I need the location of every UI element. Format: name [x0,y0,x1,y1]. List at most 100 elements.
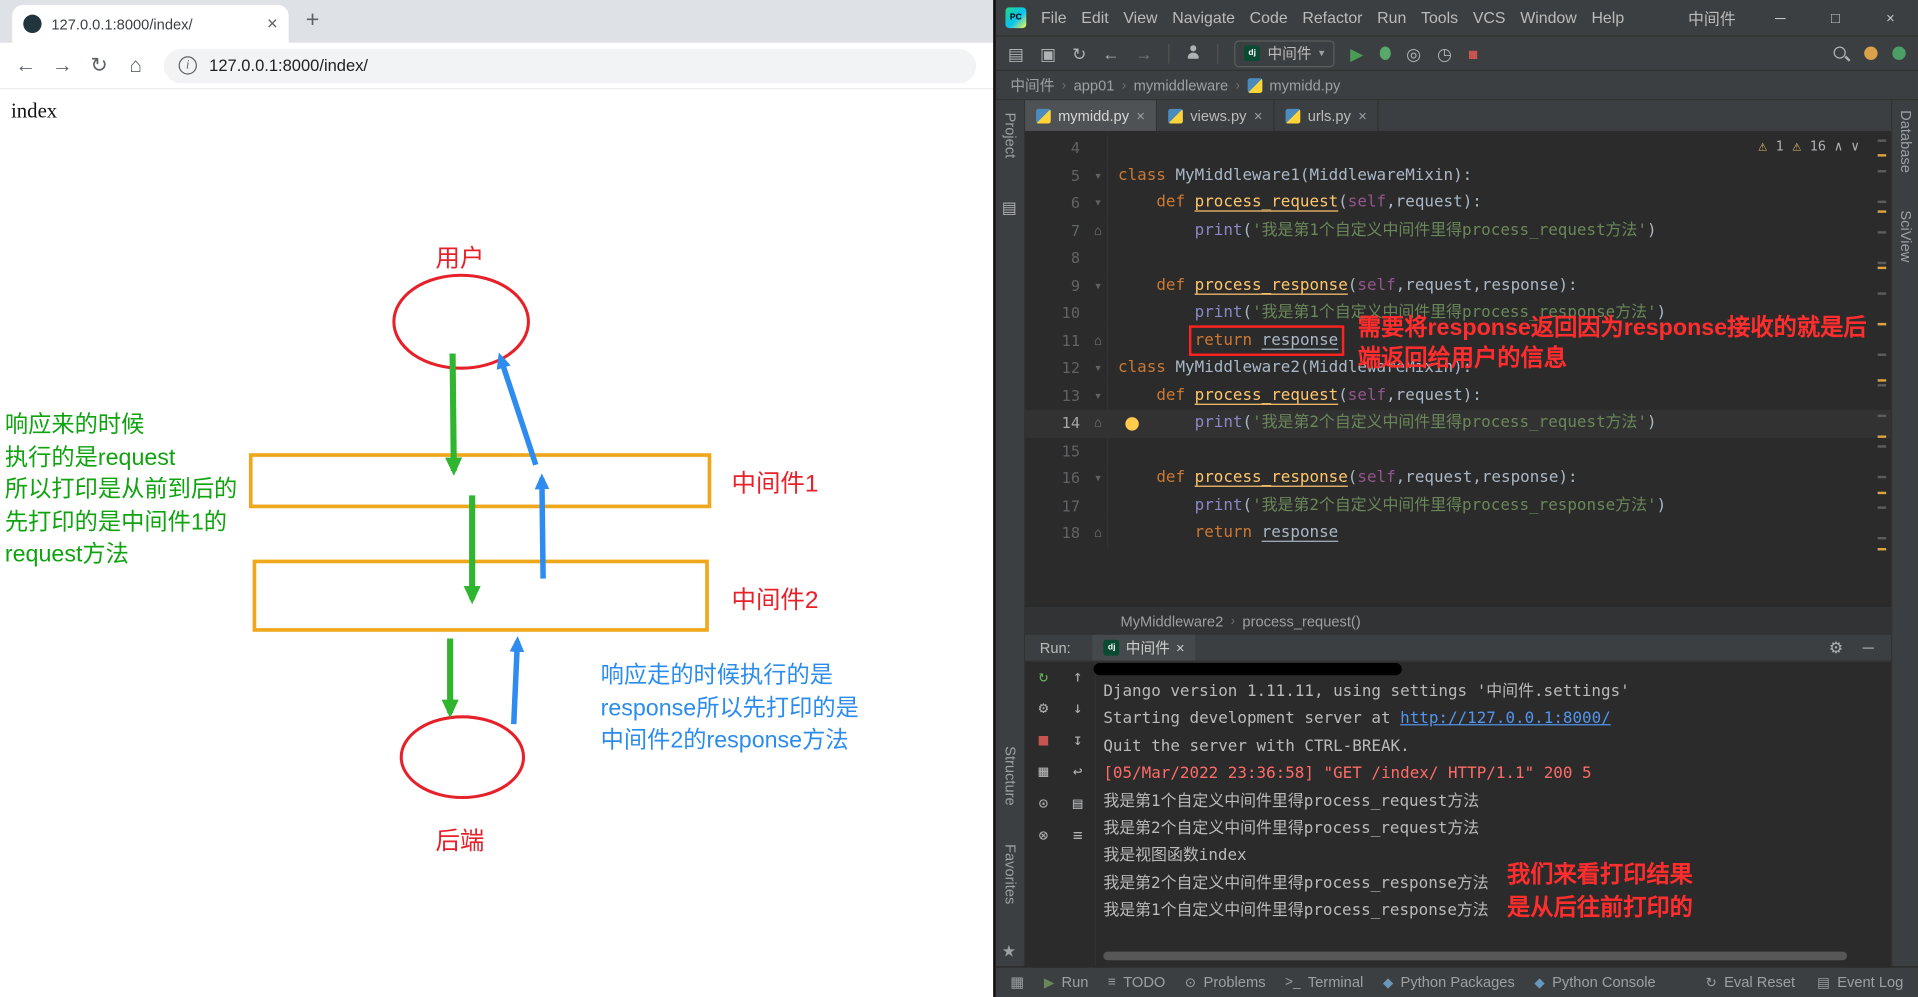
save-icon[interactable]: ▣ [1040,45,1056,62]
breadcrumb-app01[interactable]: app01 [1074,76,1115,93]
star-icon[interactable]: ★ [1002,942,1016,962]
rerun-icon[interactable]: ↻ [1039,668,1049,689]
tool-button-project[interactable]: Project [1002,113,1019,159]
status-event-log[interactable]: ▤ Event Log [1817,974,1903,991]
clear-icon[interactable]: ⊗ [1039,827,1049,848]
status-python-console[interactable]: ◆ Python Console [1534,974,1655,991]
run-tab[interactable]: dj 中间件 × [1092,634,1196,661]
next-warning-icon[interactable]: ∨ [1851,138,1859,154]
menu-vcs[interactable]: VCS [1465,9,1512,27]
menu-file[interactable]: File [1034,9,1074,27]
code-line[interactable]: 7 ⌂ print('我是第1个自定义中间件里得process_request方法… [1025,217,1891,245]
tab-mymidd-py[interactable]: mymidd.py × [1025,100,1158,131]
menu-run[interactable]: Run [1370,9,1414,27]
fold-end-icon[interactable]: ⌂ [1094,217,1102,245]
code-line[interactable]: 16 ▾ def process_response(self,request,re… [1025,464,1891,493]
menu-view[interactable]: View [1116,9,1165,27]
code-line[interactable]: 9 ▾ def process_response(self,request,res… [1025,272,1891,300]
hide-panel-icon[interactable]: ─ [1863,638,1874,658]
close-icon[interactable]: × [1136,107,1145,124]
search-icon[interactable] [1832,45,1849,62]
tool-window-switcher-icon[interactable]: ▦ [1010,974,1024,991]
fold-icon[interactable]: ▾ [1094,465,1102,493]
fold-icon[interactable]: ▾ [1094,162,1102,190]
soft-wrap-icon[interactable]: ↩ [1073,763,1083,784]
fold-icon[interactable]: ▾ [1094,355,1102,383]
up-icon[interactable]: ↑ [1073,668,1083,689]
open-icon[interactable]: ▤ [1008,45,1024,62]
menu-help[interactable]: Help [1584,9,1631,27]
tab-urls-py[interactable]: urls.py × [1275,100,1380,131]
code-line[interactable]: 18 ⌂ return response [1025,519,1891,548]
gear-icon[interactable]: ⚙ [1829,638,1843,658]
pin-icon[interactable]: ⊙ [1039,795,1049,816]
status-terminal[interactable]: >_ Terminal [1285,974,1363,991]
profiler-icon[interactable]: ◷ [1437,45,1452,62]
menu-icon[interactable]: ≡ [1073,827,1083,848]
tab-views-py[interactable]: views.py × [1157,100,1275,131]
breadcrumb-method[interactable]: process_request() [1242,612,1360,629]
lightbulb-icon[interactable] [1125,417,1139,431]
minimize-button[interactable]: ─ [1753,0,1808,37]
tab-close-icon[interactable]: × [267,13,278,34]
menu-window[interactable]: Window [1513,9,1584,27]
stop-icon[interactable]: ■ [1039,731,1049,752]
breadcrumb-class[interactable]: MyMiddleware2 [1120,612,1223,629]
home-button[interactable]: ⌂ [117,47,154,84]
code-editor[interactable]: ⚠ 1 ⚠ 16 ∧ ∨ 4 5 ▾ class MyMiddleware1(Midd… [1025,132,1892,606]
fold-end-icon[interactable]: ⌂ [1094,410,1102,438]
code-line[interactable]: 15 [1025,437,1891,465]
code-line[interactable]: 17 print('我是第2个自定义中间件里得process_response方… [1025,492,1891,520]
horizontal-scrollbar[interactable] [1103,951,1848,961]
code-line[interactable]: 14 ⌂ print('我是第2个自定义中间件里得process_request方… [1025,409,1892,438]
fold-icon[interactable]: ▾ [1094,190,1102,218]
page-info-icon[interactable]: i [178,56,197,75]
run-configuration-select[interactable]: dj 中间件 ▾ [1234,39,1335,67]
status-run[interactable]: ▶ Run [1044,974,1089,991]
address-bar[interactable]: i 127.0.0.1:8000/index/ [163,48,977,83]
fold-end-icon[interactable]: ⌂ [1094,520,1102,548]
scroll-end-icon[interactable]: ↧ [1073,731,1083,752]
print-icon[interactable]: ▤ [1073,795,1083,816]
browser-tab[interactable]: 127.0.0.1:8000/index/ × [12,4,289,43]
tool-button-sciview[interactable]: SciView [1897,210,1914,262]
code-line[interactable]: 13 ▾ def process_request(self,request): [1025,382,1891,410]
code-line[interactable]: 6 ▾ def process_request(self,request): [1025,189,1891,218]
fold-end-icon[interactable]: ⌂ [1094,327,1102,355]
fold-icon[interactable]: ▾ [1094,382,1102,410]
run-console[interactable]: ↻ ⚙ ■ ▦ ⊙ ⊗ ↑ ↓ ↧ ↩ ▤ ≡ Django version 1.11.11, us… [1025,661,1892,967]
tool-button-favorites[interactable]: Favorites [1002,844,1019,904]
folder-icon[interactable]: ▤ [1002,198,1017,218]
prev-warning-icon[interactable]: ∧ [1835,138,1843,154]
down-icon[interactable]: ↓ [1073,700,1083,721]
back-button[interactable]: ← [7,47,44,84]
server-link[interactable]: http://127.0.0.1:8000/ [1400,710,1611,728]
tool-button-structure[interactable]: Structure [1002,746,1019,806]
forward-icon[interactable]: → [1135,45,1152,62]
forward-button[interactable]: → [44,47,81,84]
menu-tools[interactable]: Tools [1414,9,1466,27]
settings-icon[interactable]: ⚙ [1039,700,1049,721]
user-icon[interactable] [1186,45,1202,61]
stop-icon[interactable]: ■ [1468,45,1478,62]
new-tab-button[interactable]: + [306,7,320,34]
breadcrumb-mymiddleware[interactable]: mymiddleware [1134,76,1229,93]
inspection-widget[interactable]: ⚠ 1 ⚠ 16 ∧ ∨ [1758,137,1859,154]
editor-scrollbar[interactable] [1876,132,1888,605]
status-problems[interactable]: ⊙ Problems [1185,974,1266,991]
fold-icon[interactable]: ▾ [1094,272,1102,300]
run-icon[interactable]: ▶ [1350,45,1363,62]
menu-navigate[interactable]: Navigate [1165,9,1242,27]
plugin-icon[interactable] [1892,46,1906,60]
breadcrumb-file[interactable]: mymidd.py [1269,76,1340,93]
close-button[interactable]: × [1863,0,1918,37]
menu-edit[interactable]: Edit [1074,9,1116,27]
status-python-packages[interactable]: ◆ Python Packages [1383,974,1515,991]
debug-icon[interactable] [1379,46,1391,60]
back-icon[interactable]: ← [1102,45,1119,62]
coverage-icon[interactable]: ◎ [1406,45,1421,62]
status-todo[interactable]: ≡ TODO [1108,974,1165,991]
dashboard-icon[interactable]: ▦ [1039,763,1049,784]
breadcrumb-project[interactable]: 中间件 [1010,75,1054,96]
sync-icon[interactable]: ↻ [1072,45,1086,62]
